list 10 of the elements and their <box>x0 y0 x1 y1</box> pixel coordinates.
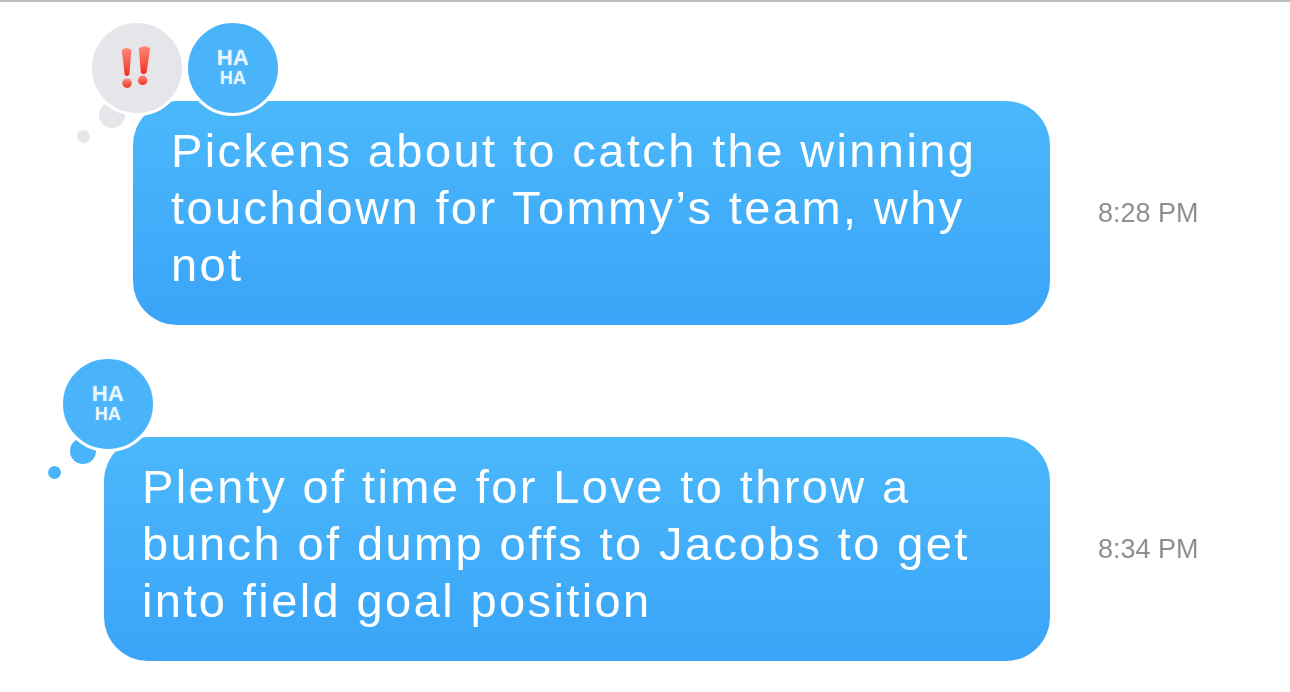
haha-label: HA HA <box>217 48 249 88</box>
timestamp: 8:28 PM <box>1098 197 1199 229</box>
reaction-badge[interactable]: HA HA <box>60 356 156 452</box>
reaction-tail-dot <box>77 130 90 143</box>
reaction-badge[interactable]: HA HA <box>185 20 281 116</box>
timestamp: 8:34 PM <box>1098 533 1199 565</box>
reaction-tail-dot <box>48 466 61 479</box>
message-bubble: Plenty of time for Love to throw a bunch of dump offs to Jacobs to get into field goal position <box>104 437 1050 661</box>
haha-label: HA HA <box>92 384 124 424</box>
message-bubble: Pickens about to catch the winning touchdown for Tommy’s team, why not <box>133 101 1050 325</box>
